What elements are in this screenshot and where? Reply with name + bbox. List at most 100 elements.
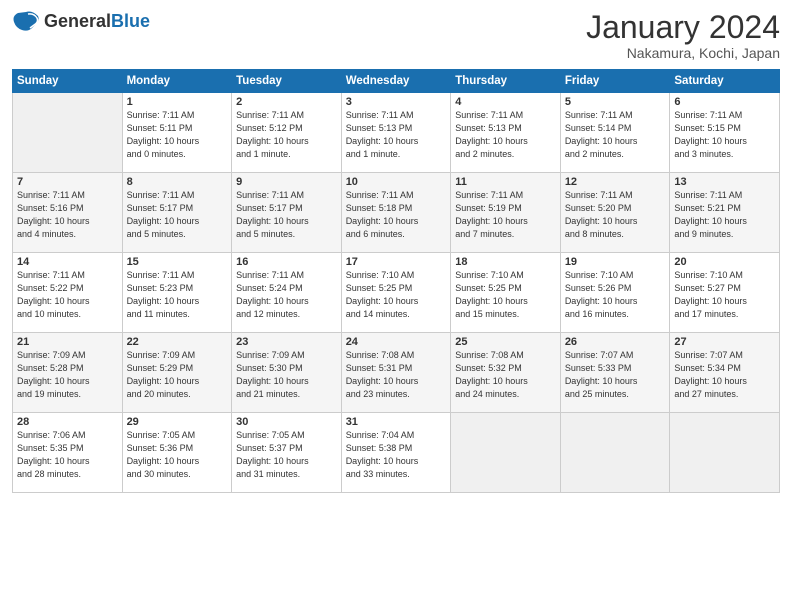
day-number: 21 (17, 336, 118, 348)
day-number: 19 (565, 256, 666, 268)
cell-content: Sunrise: 7:09 AMSunset: 5:28 PMDaylight:… (17, 349, 118, 401)
calendar-cell: 19Sunrise: 7:10 AMSunset: 5:26 PMDayligh… (560, 253, 670, 333)
cell-content: Sunrise: 7:11 AMSunset: 5:17 PMDaylight:… (127, 189, 228, 241)
cell-content: Sunrise: 7:11 AMSunset: 5:15 PMDaylight:… (674, 109, 775, 161)
day-number: 9 (236, 176, 337, 188)
day-number: 18 (455, 256, 556, 268)
calendar-cell: 7Sunrise: 7:11 AMSunset: 5:16 PMDaylight… (13, 173, 123, 253)
title-block: January 2024 Nakamura, Kochi, Japan (586, 10, 780, 61)
day-number: 13 (674, 176, 775, 188)
calendar-cell: 31Sunrise: 7:04 AMSunset: 5:38 PMDayligh… (341, 413, 451, 493)
calendar-cell: 17Sunrise: 7:10 AMSunset: 5:25 PMDayligh… (341, 253, 451, 333)
calendar-cell: 2Sunrise: 7:11 AMSunset: 5:12 PMDaylight… (232, 93, 342, 173)
day-number: 27 (674, 336, 775, 348)
day-number: 8 (127, 176, 228, 188)
calendar-cell: 8Sunrise: 7:11 AMSunset: 5:17 PMDaylight… (122, 173, 232, 253)
calendar-cell: 23Sunrise: 7:09 AMSunset: 5:30 PMDayligh… (232, 333, 342, 413)
calendar-table: SundayMondayTuesdayWednesdayThursdayFrid… (12, 69, 780, 493)
cell-content: Sunrise: 7:11 AMSunset: 5:21 PMDaylight:… (674, 189, 775, 241)
cell-content: Sunrise: 7:11 AMSunset: 5:20 PMDaylight:… (565, 189, 666, 241)
cell-content: Sunrise: 7:11 AMSunset: 5:13 PMDaylight:… (455, 109, 556, 161)
cell-content: Sunrise: 7:10 AMSunset: 5:27 PMDaylight:… (674, 269, 775, 321)
calendar-cell: 27Sunrise: 7:07 AMSunset: 5:34 PMDayligh… (670, 333, 780, 413)
logo-blue: Blue (111, 11, 150, 31)
calendar-cell: 29Sunrise: 7:05 AMSunset: 5:36 PMDayligh… (122, 413, 232, 493)
logo-text: GeneralBlue (44, 11, 150, 32)
calendar-cell: 11Sunrise: 7:11 AMSunset: 5:19 PMDayligh… (451, 173, 561, 253)
calendar-cell: 1Sunrise: 7:11 AMSunset: 5:11 PMDaylight… (122, 93, 232, 173)
cell-content: Sunrise: 7:11 AMSunset: 5:22 PMDaylight:… (17, 269, 118, 321)
calendar-cell: 16Sunrise: 7:11 AMSunset: 5:24 PMDayligh… (232, 253, 342, 333)
calendar-cell: 12Sunrise: 7:11 AMSunset: 5:20 PMDayligh… (560, 173, 670, 253)
location: Nakamura, Kochi, Japan (586, 45, 780, 61)
calendar-week-1: 1Sunrise: 7:11 AMSunset: 5:11 PMDaylight… (13, 93, 780, 173)
calendar-cell: 30Sunrise: 7:05 AMSunset: 5:37 PMDayligh… (232, 413, 342, 493)
calendar-body: 1Sunrise: 7:11 AMSunset: 5:11 PMDaylight… (13, 93, 780, 493)
header: GeneralBlue January 2024 Nakamura, Kochi… (12, 10, 780, 61)
day-header-wednesday: Wednesday (341, 70, 451, 93)
day-number: 4 (455, 96, 556, 108)
calendar-cell: 15Sunrise: 7:11 AMSunset: 5:23 PMDayligh… (122, 253, 232, 333)
calendar-cell: 22Sunrise: 7:09 AMSunset: 5:29 PMDayligh… (122, 333, 232, 413)
cell-content: Sunrise: 7:11 AMSunset: 5:12 PMDaylight:… (236, 109, 337, 161)
calendar-cell (670, 413, 780, 493)
calendar-cell: 20Sunrise: 7:10 AMSunset: 5:27 PMDayligh… (670, 253, 780, 333)
cell-content: Sunrise: 7:09 AMSunset: 5:29 PMDaylight:… (127, 349, 228, 401)
calendar-cell: 28Sunrise: 7:06 AMSunset: 5:35 PMDayligh… (13, 413, 123, 493)
logo: GeneralBlue (12, 10, 150, 32)
cell-content: Sunrise: 7:05 AMSunset: 5:36 PMDaylight:… (127, 429, 228, 481)
cell-content: Sunrise: 7:11 AMSunset: 5:14 PMDaylight:… (565, 109, 666, 161)
cell-content: Sunrise: 7:08 AMSunset: 5:31 PMDaylight:… (346, 349, 447, 401)
day-number: 11 (455, 176, 556, 188)
day-header-monday: Monday (122, 70, 232, 93)
calendar-cell: 13Sunrise: 7:11 AMSunset: 5:21 PMDayligh… (670, 173, 780, 253)
cell-content: Sunrise: 7:11 AMSunset: 5:17 PMDaylight:… (236, 189, 337, 241)
day-number: 24 (346, 336, 447, 348)
day-number: 23 (236, 336, 337, 348)
cell-content: Sunrise: 7:05 AMSunset: 5:37 PMDaylight:… (236, 429, 337, 481)
day-number: 1 (127, 96, 228, 108)
day-number: 3 (346, 96, 447, 108)
header-row: SundayMondayTuesdayWednesdayThursdayFrid… (13, 70, 780, 93)
calendar-week-5: 28Sunrise: 7:06 AMSunset: 5:35 PMDayligh… (13, 413, 780, 493)
day-number: 20 (674, 256, 775, 268)
day-header-thursday: Thursday (451, 70, 561, 93)
day-number: 29 (127, 416, 228, 428)
calendar-header: SundayMondayTuesdayWednesdayThursdayFrid… (13, 70, 780, 93)
day-number: 26 (565, 336, 666, 348)
day-header-tuesday: Tuesday (232, 70, 342, 93)
calendar-cell: 21Sunrise: 7:09 AMSunset: 5:28 PMDayligh… (13, 333, 123, 413)
cell-content: Sunrise: 7:10 AMSunset: 5:25 PMDaylight:… (346, 269, 447, 321)
day-number: 7 (17, 176, 118, 188)
cell-content: Sunrise: 7:11 AMSunset: 5:11 PMDaylight:… (127, 109, 228, 161)
day-number: 12 (565, 176, 666, 188)
cell-content: Sunrise: 7:10 AMSunset: 5:25 PMDaylight:… (455, 269, 556, 321)
calendar-cell: 4Sunrise: 7:11 AMSunset: 5:13 PMDaylight… (451, 93, 561, 173)
calendar-cell: 3Sunrise: 7:11 AMSunset: 5:13 PMDaylight… (341, 93, 451, 173)
day-number: 5 (565, 96, 666, 108)
calendar-cell: 25Sunrise: 7:08 AMSunset: 5:32 PMDayligh… (451, 333, 561, 413)
cell-content: Sunrise: 7:11 AMSunset: 5:23 PMDaylight:… (127, 269, 228, 321)
cell-content: Sunrise: 7:11 AMSunset: 5:18 PMDaylight:… (346, 189, 447, 241)
cell-content: Sunrise: 7:11 AMSunset: 5:13 PMDaylight:… (346, 109, 447, 161)
day-number: 16 (236, 256, 337, 268)
calendar-week-4: 21Sunrise: 7:09 AMSunset: 5:28 PMDayligh… (13, 333, 780, 413)
month-title: January 2024 (586, 10, 780, 45)
day-header-friday: Friday (560, 70, 670, 93)
day-number: 22 (127, 336, 228, 348)
cell-content: Sunrise: 7:11 AMSunset: 5:24 PMDaylight:… (236, 269, 337, 321)
day-number: 25 (455, 336, 556, 348)
calendar-cell (451, 413, 561, 493)
day-number: 6 (674, 96, 775, 108)
cell-content: Sunrise: 7:08 AMSunset: 5:32 PMDaylight:… (455, 349, 556, 401)
cell-content: Sunrise: 7:07 AMSunset: 5:34 PMDaylight:… (674, 349, 775, 401)
calendar-cell (13, 93, 123, 173)
calendar-cell: 9Sunrise: 7:11 AMSunset: 5:17 PMDaylight… (232, 173, 342, 253)
calendar-cell: 26Sunrise: 7:07 AMSunset: 5:33 PMDayligh… (560, 333, 670, 413)
calendar-cell: 14Sunrise: 7:11 AMSunset: 5:22 PMDayligh… (13, 253, 123, 333)
cell-content: Sunrise: 7:11 AMSunset: 5:19 PMDaylight:… (455, 189, 556, 241)
page-container: GeneralBlue January 2024 Nakamura, Kochi… (0, 0, 792, 501)
day-number: 10 (346, 176, 447, 188)
day-number: 14 (17, 256, 118, 268)
calendar-cell: 10Sunrise: 7:11 AMSunset: 5:18 PMDayligh… (341, 173, 451, 253)
